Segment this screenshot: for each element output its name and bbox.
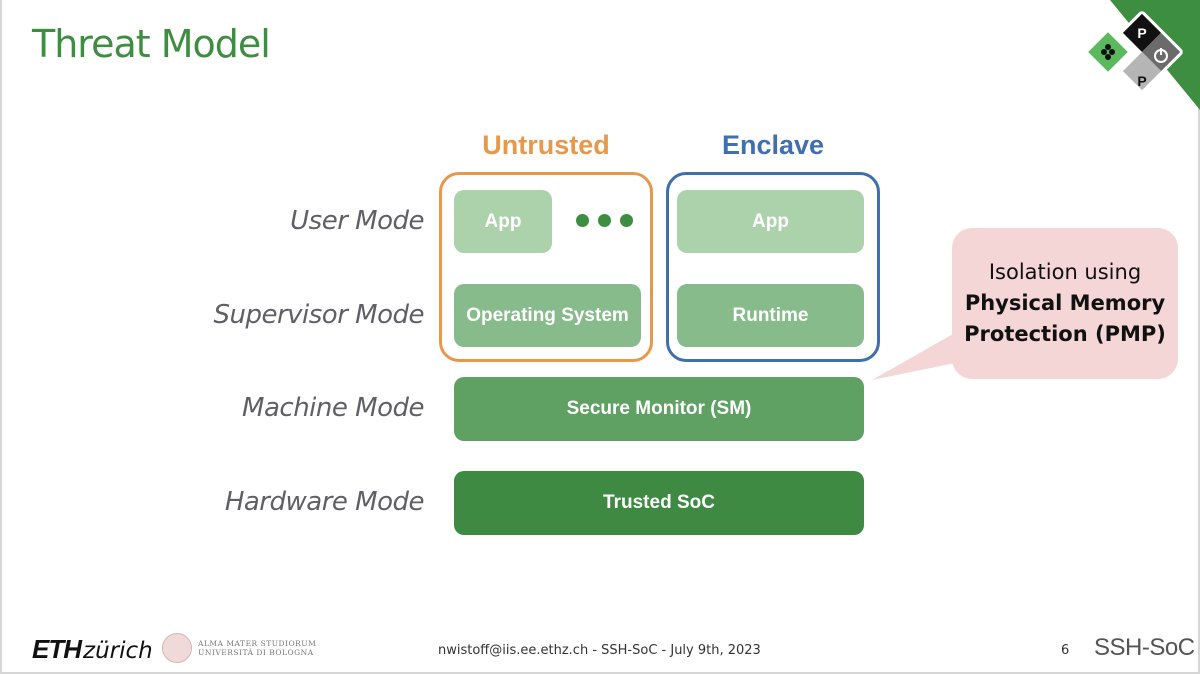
footer-info: nwistoff@iis.ee.ethz.ch - SSH-SoC - July… [438, 643, 761, 658]
ellipsis-dot [598, 214, 611, 227]
slide-border-left [0, 0, 2, 674]
unibo-logo: ALMA MATER STUDIORUM UNIVERSITÀ DI BOLOG… [162, 633, 316, 663]
callout-line-2: Physical Memory [964, 291, 1166, 315]
secure-monitor-block: Secure Monitor (SM) [454, 377, 864, 441]
ellipsis-dot [620, 214, 633, 227]
untrusted-app-block: App [454, 190, 552, 253]
mode-label-hardware: Hardware Mode [224, 487, 425, 517]
unibo-line-1: ALMA MATER STUDIORUM [198, 639, 317, 648]
enclave-app-block: App [677, 190, 864, 253]
trusted-soc-block: Trusted SoC [454, 471, 864, 535]
mode-label-supervisor: Supervisor Mode [213, 300, 424, 330]
more-apps-ellipsis-icon [576, 214, 633, 227]
callout-line-1: Isolation using [988, 260, 1142, 284]
svg-text:P: P [1137, 73, 1146, 89]
unibo-line-2: UNIVERSITÀ DI BOLOGNA [198, 648, 314, 657]
eth-zurich-logo: ETH zürich [32, 634, 153, 665]
svg-text:P: P [1137, 25, 1146, 41]
runtime-block: Runtime [677, 284, 864, 347]
pulp-logo-icon: P P [1088, 0, 1200, 110]
unibo-seal-icon [162, 633, 192, 663]
enclave-title: Enclave [721, 130, 825, 160]
operating-system-block: Operating System [454, 284, 641, 347]
slide-title: Threat Model [32, 22, 271, 66]
eth-logo-bold: ETH [32, 634, 82, 664]
footer-brand: SSH-SoC [1094, 634, 1195, 661]
pmp-callout: Isolation using Physical Memory Protecti… [952, 228, 1178, 379]
mode-label-user: User Mode [290, 206, 424, 236]
mode-label-machine: Machine Mode [242, 393, 424, 423]
eth-logo-rest: zürich [83, 638, 153, 664]
untrusted-title: Untrusted [482, 130, 610, 160]
callout-line-3: Protection (PMP) [964, 322, 1166, 346]
ellipsis-dot [576, 214, 589, 227]
page-number: 6 [1061, 643, 1070, 658]
